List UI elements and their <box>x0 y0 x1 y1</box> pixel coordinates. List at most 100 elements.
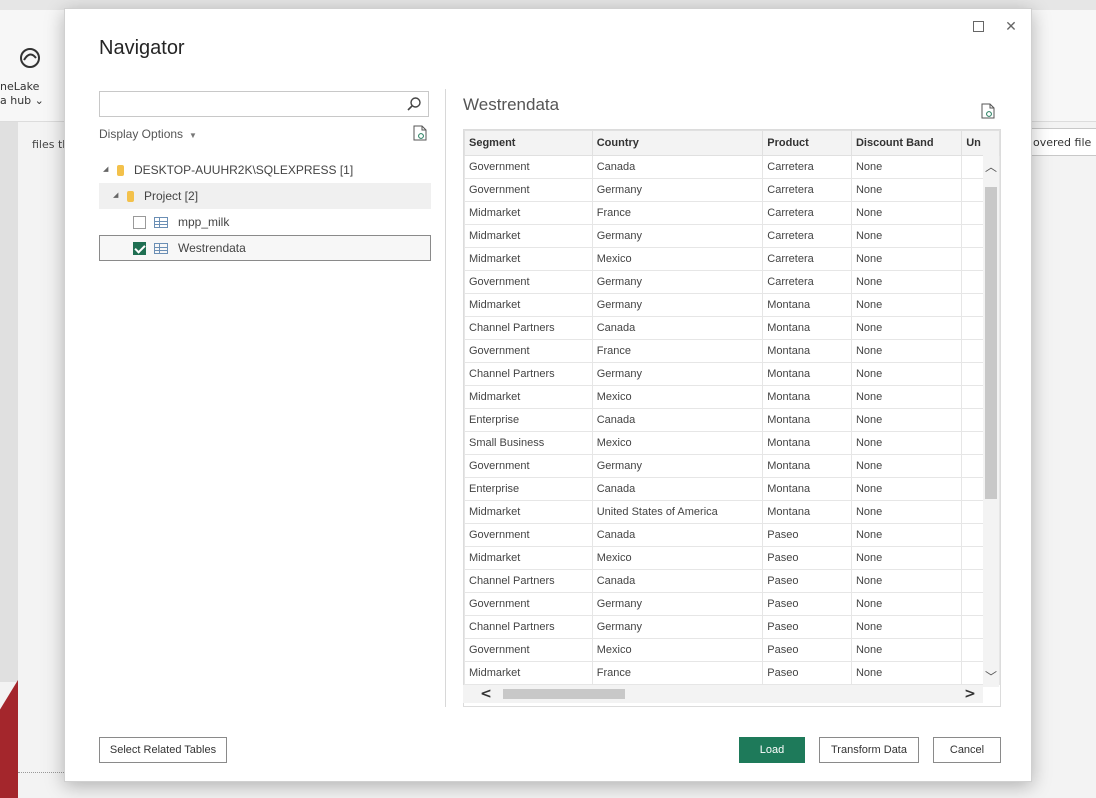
table-cell[interactable]: None <box>850 523 963 547</box>
table-cell[interactable]: Carretera <box>762 224 852 248</box>
table-cell[interactable]: Montana <box>762 293 852 317</box>
checkbox[interactable] <box>133 215 146 229</box>
chevron-left-icon[interactable]: < <box>477 685 495 703</box>
table-cell[interactable]: None <box>850 339 963 363</box>
transform-data-button[interactable]: Transform Data <box>819 737 919 763</box>
table-cell[interactable]: Paseo <box>762 546 852 570</box>
column-header[interactable]: Un <box>961 130 1000 156</box>
table-cell[interactable]: None <box>850 477 963 501</box>
table-cell[interactable]: None <box>850 201 963 225</box>
horizontal-scrollbar[interactable]: < > <box>463 685 983 703</box>
table-cell[interactable]: France <box>591 661 764 685</box>
table-cell[interactable]: None <box>850 155 963 179</box>
column-header[interactable]: Country <box>591 130 764 156</box>
chevron-right-icon[interactable]: > <box>961 685 979 703</box>
table-cell[interactable]: None <box>850 178 963 202</box>
table-cell[interactable]: Canada <box>591 408 764 432</box>
table-cell[interactable]: None <box>850 546 963 570</box>
search-icon[interactable] <box>406 96 422 112</box>
table-cell[interactable]: Montana <box>762 339 852 363</box>
table-cell[interactable]: Montana <box>762 477 852 501</box>
table-cell[interactable]: Montana <box>762 385 852 409</box>
table-cell[interactable]: Government <box>464 523 593 547</box>
table-cell[interactable]: Germany <box>591 224 764 248</box>
table-cell[interactable]: Government <box>464 178 593 202</box>
table-cell[interactable]: Paseo <box>762 592 852 616</box>
close-icon[interactable]: ✕ <box>1003 19 1019 35</box>
table-cell[interactable]: Montana <box>762 362 852 386</box>
table-cell[interactable]: Mexico <box>591 546 764 570</box>
table-cell[interactable]: Mexico <box>591 247 764 271</box>
table-cell[interactable]: Enterprise <box>464 408 593 432</box>
tree-item-westrendata[interactable]: Westrendata <box>99 235 431 261</box>
display-options-dropdown[interactable]: Display Options ▼ <box>99 127 197 141</box>
table-cell[interactable]: Montana <box>762 316 852 340</box>
vertical-scroll-thumb[interactable] <box>985 187 997 499</box>
table-cell[interactable]: None <box>850 592 963 616</box>
table-cell[interactable]: Carretera <box>762 247 852 271</box>
table-cell[interactable]: Carretera <box>762 270 852 294</box>
table-cell[interactable]: Midmarket <box>464 247 593 271</box>
table-cell[interactable]: None <box>850 431 963 455</box>
table-cell[interactable]: Canada <box>591 155 764 179</box>
table-cell[interactable]: Enterprise <box>464 477 593 501</box>
tree-item-mpp-milk[interactable]: mpp_milk <box>99 209 431 235</box>
table-cell[interactable]: Mexico <box>591 385 764 409</box>
table-cell[interactable]: Montana <box>762 454 852 478</box>
table-cell[interactable]: Government <box>464 454 593 478</box>
table-cell[interactable]: Channel Partners <box>464 316 593 340</box>
column-header[interactable]: Product <box>762 130 852 156</box>
table-cell[interactable]: None <box>850 408 963 432</box>
table-cell[interactable]: Midmarket <box>464 385 593 409</box>
table-cell[interactable]: None <box>850 615 963 639</box>
table-cell[interactable]: None <box>850 270 963 294</box>
refresh-icon[interactable] <box>981 103 995 119</box>
table-cell[interactable]: Small Business <box>464 431 593 455</box>
table-cell[interactable]: Mexico <box>591 638 764 662</box>
refresh-icon[interactable] <box>413 125 427 141</box>
load-button[interactable]: Load <box>739 737 805 763</box>
onelake-label[interactable]: neLake a hub ⌄ <box>0 80 44 108</box>
table-cell[interactable]: Germany <box>591 362 764 386</box>
table-cell[interactable]: Midmarket <box>464 500 593 524</box>
table-cell[interactable]: Germany <box>591 592 764 616</box>
collapse-arrow-icon[interactable]: ◢ <box>103 157 113 183</box>
pane-divider[interactable] <box>445 89 446 707</box>
table-cell[interactable]: Midmarket <box>464 224 593 248</box>
table-cell[interactable]: Montana <box>762 408 852 432</box>
select-related-tables-button[interactable]: Select Related Tables <box>99 737 227 763</box>
table-cell[interactable]: Germany <box>591 293 764 317</box>
table-cell[interactable]: None <box>850 362 963 386</box>
table-cell[interactable]: Carretera <box>762 155 852 179</box>
cancel-button[interactable]: Cancel <box>933 737 1001 763</box>
table-cell[interactable]: Paseo <box>762 615 852 639</box>
table-cell[interactable]: Paseo <box>762 638 852 662</box>
table-cell[interactable]: Canada <box>591 523 764 547</box>
table-cell[interactable]: Channel Partners <box>464 569 593 593</box>
table-cell[interactable]: None <box>850 454 963 478</box>
table-cell[interactable]: None <box>850 293 963 317</box>
table-cell[interactable]: Montana <box>762 431 852 455</box>
horizontal-scroll-thumb[interactable] <box>503 689 625 699</box>
table-cell[interactable]: None <box>850 316 963 340</box>
table-cell[interactable]: Germany <box>591 178 764 202</box>
table-cell[interactable]: Paseo <box>762 523 852 547</box>
table-cell[interactable]: Canada <box>591 569 764 593</box>
table-cell[interactable]: Canada <box>591 316 764 340</box>
table-cell[interactable]: Carretera <box>762 178 852 202</box>
table-cell[interactable]: Government <box>464 155 593 179</box>
table-cell[interactable]: Government <box>464 592 593 616</box>
table-cell[interactable]: Channel Partners <box>464 615 593 639</box>
collapse-arrow-icon[interactable]: ◢ <box>113 183 123 209</box>
tree-item-project[interactable]: ◢ Project [2] <box>99 183 431 209</box>
table-cell[interactable]: None <box>850 247 963 271</box>
table-cell[interactable]: Mexico <box>591 431 764 455</box>
table-cell[interactable]: Montana <box>762 500 852 524</box>
chevron-up-icon[interactable]: ︿ <box>983 159 999 175</box>
maximize-icon[interactable] <box>971 19 987 35</box>
table-cell[interactable]: Government <box>464 638 593 662</box>
table-cell[interactable]: France <box>591 201 764 225</box>
table-cell[interactable]: None <box>850 638 963 662</box>
table-cell[interactable]: Midmarket <box>464 201 593 225</box>
table-cell[interactable]: Canada <box>591 477 764 501</box>
